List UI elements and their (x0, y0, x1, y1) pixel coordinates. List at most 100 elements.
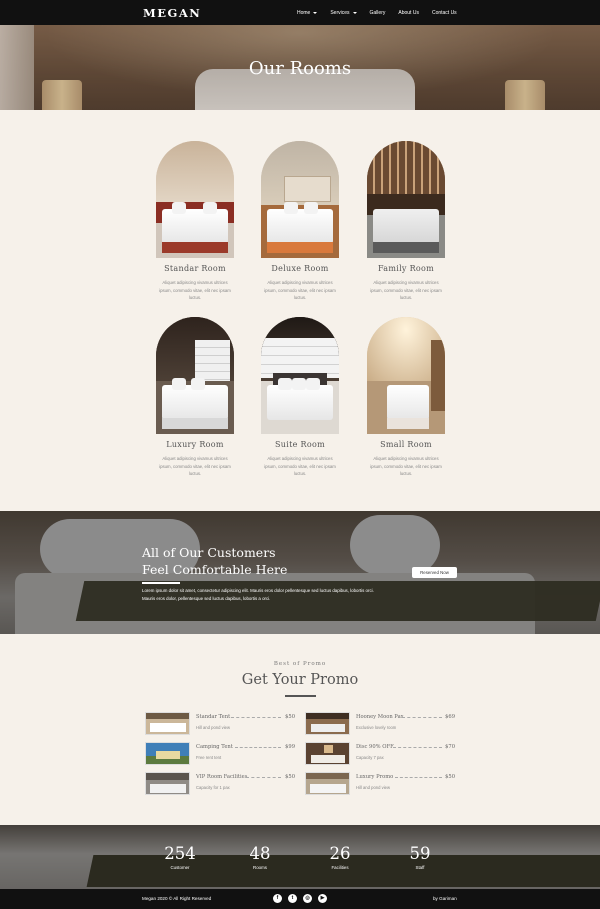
room-photo (156, 141, 234, 258)
reserve-now-button[interactable]: Reserved Now (412, 567, 457, 578)
promo-thumbnail (305, 772, 350, 795)
stat-value: 59 (409, 844, 431, 863)
dotted-leader (231, 717, 281, 718)
room-photo (261, 317, 339, 434)
dotted-leader (402, 717, 442, 718)
room-card[interactable]: Luxury Room Aliquet adipiscing vivamus u… (155, 317, 235, 478)
room-description: Aliquet adipiscing vivamus ultrices ipsu… (159, 456, 231, 476)
section-kicker: Best of Promo (273, 661, 327, 667)
room-description: Aliquet adipiscing vivamus ultrices ipsu… (264, 280, 336, 300)
promo-thumbnail (145, 772, 190, 795)
facebook-icon[interactable]: f (273, 893, 282, 903)
banner-text: Lorem ipsum dolor sit amet, consectetur … (142, 588, 374, 601)
credit-text: by Gariman (433, 896, 457, 901)
promo-description: Hill and pond view (356, 785, 390, 790)
title-divider (285, 695, 316, 697)
promo-name: Disc 90% OFF (356, 744, 394, 750)
brand-logo[interactable]: MEGAN (143, 6, 201, 20)
promo-item[interactable]: Luxury Promo $50 Hill and pond view (305, 772, 455, 796)
stat-label: Staff (415, 865, 425, 870)
room-name: Luxury Room (166, 440, 224, 449)
nav-item-label: Contact Us (431, 9, 457, 16)
promo-thumbnail (145, 742, 190, 765)
chevron-down-icon (352, 11, 357, 14)
promo-description: Hill and pond view (196, 725, 230, 730)
banner-overlay (0, 511, 600, 634)
footer: Megan 2020 © All Right Reserved f t ◎ ▶ … (0, 889, 600, 909)
dotted-leader (246, 777, 281, 778)
room-card[interactable]: Deluxe Room Aliquet adipiscing vivamus u… (260, 141, 340, 302)
stats-section: 254 Customer 48 Rooms 26 Facilities 59 S… (0, 825, 600, 889)
promo-description: Capacity 7 pax (356, 755, 384, 760)
customers-banner: All of Our Customers Feel Comfortable He… (0, 511, 600, 634)
chevron-down-icon (313, 11, 318, 14)
stat-counter: 26 Facilities (310, 844, 370, 871)
banner-heading-line: All of Our Customers (142, 545, 276, 560)
room-photo (367, 141, 445, 258)
stat-label: Customer (170, 865, 190, 870)
nav-item-about-us[interactable]: About Us (398, 10, 419, 16)
twitter-icon[interactable]: t (288, 893, 297, 903)
room-name: Deluxe Room (271, 264, 329, 273)
promo-item[interactable]: Standar Tent $50 Hill and pond view (145, 712, 295, 736)
promo-thumbnail (305, 712, 350, 735)
promo-thumbnail (305, 742, 350, 765)
room-card[interactable]: Small Room Aliquet adipiscing vivamus ul… (366, 317, 446, 478)
instagram-icon[interactable]: ◎ (303, 893, 312, 903)
room-description: Aliquet adipiscing vivamus ultrices ipsu… (370, 280, 442, 300)
stat-counter: 48 Rooms (230, 844, 290, 871)
heading-underline (142, 582, 180, 584)
dotted-leader (395, 777, 442, 778)
room-name: Suite Room (275, 440, 325, 449)
room-name: Small Room (380, 440, 432, 449)
copyright-text: Megan 2020 © All Right Reserved (142, 896, 212, 901)
room-card[interactable]: Suite Room Aliquet adipiscing vivamus ul… (260, 317, 340, 478)
youtube-icon[interactable]: ▶ (318, 893, 327, 903)
nav-item-label: Services (330, 9, 350, 16)
social-links: f t ◎ ▶ (273, 893, 327, 903)
room-name: Family Room (377, 264, 435, 273)
nav-item-label: Home (297, 9, 311, 16)
stat-value: 254 (164, 844, 196, 863)
promo-price: $50 (285, 774, 295, 780)
nav-item-gallery[interactable]: Gallery (370, 10, 386, 16)
top-navbar: MEGAN Home Services Gallery About Us Con… (0, 0, 600, 25)
banner-heading: All of Our Customers Feel Comfortable He… (142, 544, 287, 578)
promo-section: Best of Promo Get Your Promo Standar Ten… (0, 634, 600, 825)
promo-name: Luxury Promo (356, 774, 394, 780)
stat-value: 48 (249, 844, 271, 863)
page-title: Our Rooms (248, 58, 352, 79)
promo-name: Hooney Moon Pax (356, 714, 404, 720)
promo-price: $69 (445, 714, 455, 720)
promo-item[interactable]: Camping Tent $99 Free rent tent (145, 742, 295, 766)
promo-price: $70 (445, 744, 455, 750)
room-photo (156, 317, 234, 434)
promo-name: Camping Tent (196, 744, 233, 750)
dotted-leader (235, 747, 281, 748)
stat-counter: 59 Staff (390, 844, 450, 871)
stat-label: Rooms (253, 865, 267, 870)
dotted-leader (393, 747, 442, 748)
room-card[interactable]: Standar Room Aliquet adipiscing vivamus … (155, 141, 235, 302)
room-photo (261, 141, 339, 258)
nav-item-services[interactable]: Services (330, 9, 357, 16)
nav-item-label: About Us (398, 9, 419, 16)
stat-label: Facilities (331, 865, 349, 870)
nav-item-home[interactable]: Home (297, 9, 318, 16)
stat-counter: 254 Customer (150, 844, 210, 871)
promo-price: $99 (285, 744, 295, 750)
promo-item[interactable]: VIP Room Facilities $50 Capacity for 1 p… (145, 772, 295, 796)
nav-item-label: Gallery (369, 9, 386, 16)
promo-name: VIP Room Facilities (196, 774, 248, 780)
nav-item-contact-us[interactable]: Contact Us (432, 10, 457, 16)
stats-overlay (0, 825, 600, 889)
promo-item[interactable]: Disc 90% OFF $70 Capacity 7 pax (305, 742, 455, 766)
stat-value: 26 (329, 844, 351, 863)
promo-description: Capacity for 1 pax (196, 785, 230, 790)
promo-price: $50 (445, 774, 455, 780)
room-card[interactable]: Family Room Aliquet adipiscing vivamus u… (366, 141, 446, 302)
promo-description: Exclusive lovely room (356, 725, 397, 730)
hero-banner: Our Rooms (0, 25, 600, 110)
promo-item[interactable]: Hooney Moon Pax $69 Exclusive lovely roo… (305, 712, 455, 736)
room-name: Standar Room (164, 264, 226, 273)
